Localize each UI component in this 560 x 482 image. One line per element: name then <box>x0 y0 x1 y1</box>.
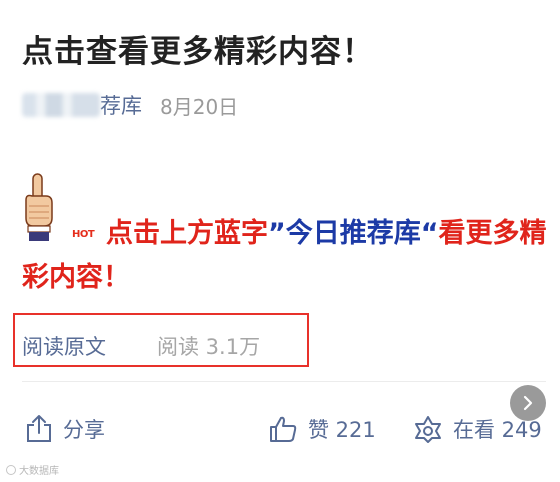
thumbs-up-icon <box>270 416 297 442</box>
account-name-blurred[interactable] <box>22 93 100 117</box>
account-name[interactable]: 荐库 <box>100 90 142 120</box>
share-icon <box>27 415 51 442</box>
chevron-right-icon <box>523 395 533 411</box>
headline-part-2: ”今日推荐库“ <box>268 218 439 249</box>
watermark-logo-icon <box>6 464 16 475</box>
read-original-link[interactable]: 阅读原文 <box>22 331 106 361</box>
article-title: 点击查看更多精彩内容！ <box>22 34 374 70</box>
like-label: 赞 221 <box>308 418 376 442</box>
watching-button[interactable]: 在看 249 <box>413 414 542 444</box>
watermark-text: 大数据库 <box>19 466 59 477</box>
share-label: 分享 <box>63 418 105 442</box>
headline-part-1: 点击上方蓝字 <box>106 218 268 249</box>
share-button[interactable]: 分享 <box>25 414 105 444</box>
publish-date: 8月20日 <box>160 94 239 119</box>
watermark: 大数据库 <box>6 462 59 477</box>
read-count: 阅读 3.1万 <box>157 335 261 359</box>
article-meta: 荐库 8月20日 <box>22 90 238 120</box>
watching-label: 在看 249 <box>453 418 542 442</box>
divider <box>22 381 546 382</box>
like-button[interactable]: 赞 221 <box>268 414 376 444</box>
flower-icon <box>415 416 441 443</box>
promo-headline: 点击上方蓝字”今日推荐库“看更多精彩内容！ <box>22 212 547 300</box>
